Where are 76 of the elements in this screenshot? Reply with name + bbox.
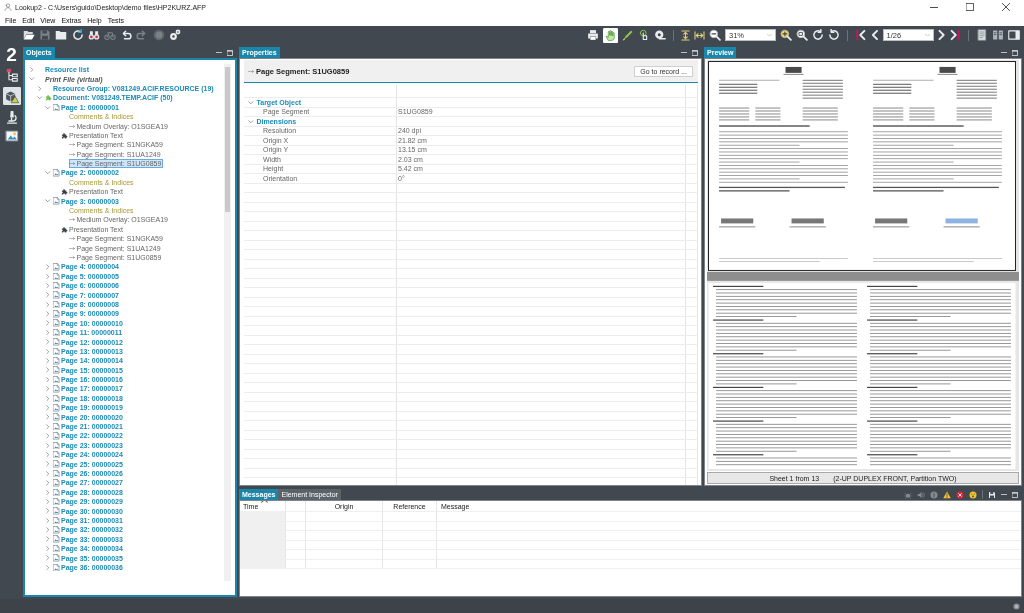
info-icon[interactable]: [930, 490, 938, 499]
minimize-icon: [930, 6, 938, 8]
last-page-icon[interactable]: [949, 29, 961, 41]
puzzle-piece-icon: [61, 131, 68, 139]
fit-height-icon[interactable]: [681, 29, 690, 41]
rotate-left-icon[interactable]: [828, 29, 840, 41]
zoom-in-icon[interactable]: [780, 29, 792, 41]
error-icon[interactable]: [956, 490, 964, 499]
puzzle-piece-icon: [61, 188, 68, 196]
arrow-icon: [69, 256, 75, 259]
hand-icon[interactable]: [603, 27, 618, 43]
side-panel-icon[interactable]: [1008, 29, 1020, 41]
arrow-icon: [69, 237, 75, 241]
puzzle-piece-icon: [61, 225, 68, 233]
chevron-down-icon[interactable]: [45, 199, 51, 203]
maximize-icon[interactable]: [1012, 491, 1018, 498]
printer-icon[interactable]: [587, 29, 599, 41]
speaker-icon[interactable]: [917, 490, 925, 499]
cubes-icon[interactable]: [2, 87, 21, 105]
maximize-icon[interactable]: [692, 49, 698, 56]
folder-icon[interactable]: [55, 29, 68, 41]
rotate-right-icon[interactable]: [812, 29, 824, 41]
minimize-icon[interactable]: [1001, 493, 1007, 496]
first-page-icon[interactable]: [855, 29, 867, 41]
chevron-down-icon[interactable]: [37, 96, 43, 100]
refresh-icon[interactable]: [71, 29, 84, 41]
minimize-icon[interactable]: [1001, 51, 1007, 54]
page-icon: [53, 103, 60, 111]
caret-icon: [767, 33, 772, 37]
minimize-icon[interactable]: [216, 51, 222, 54]
gears-icon[interactable]: [168, 29, 181, 41]
page-icon: [53, 197, 60, 205]
arrow-icon: [69, 143, 75, 147]
zoom-fit-icon[interactable]: [796, 29, 808, 41]
app-logo: 2: [6, 47, 17, 63]
arrow-icon: [69, 124, 75, 128]
user-icon: [4, 3, 12, 11]
chevron-down-icon[interactable]: [248, 100, 254, 104]
tape-measure-icon[interactable]: [654, 29, 666, 41]
chevron-down-icon[interactable]: [29, 77, 35, 81]
puzzle-piece-icon: [45, 94, 52, 102]
undo-icon[interactable]: [120, 29, 133, 41]
single-page-icon[interactable]: [976, 29, 988, 41]
two-page-icon[interactable]: [992, 29, 1004, 41]
maximize-icon: [966, 3, 974, 11]
pen-icon[interactable]: [622, 29, 634, 41]
surprised-face-icon[interactable]: [969, 490, 977, 499]
scrollbar[interactable]: [224, 64, 231, 581]
chevron-down-icon[interactable]: [45, 105, 51, 109]
folder-open-icon[interactable]: [23, 29, 35, 41]
floppy-disk-icon[interactable]: [988, 490, 996, 499]
arrow-icon: [248, 69, 254, 73]
binoculars-icon[interactable]: [87, 29, 100, 41]
picture-icon[interactable]: [4, 129, 19, 143]
arrow-icon: [69, 152, 75, 156]
close-icon: [1002, 3, 1010, 11]
chevron-down-icon[interactable]: [248, 119, 254, 123]
status-circle-icon: [1013, 602, 1020, 610]
bug-icon[interactable]: [904, 490, 912, 499]
tree-structure-icon[interactable]: [4, 68, 19, 82]
caret-icon: [924, 33, 930, 37]
page-icon: [53, 169, 60, 177]
arrow-icon: [69, 246, 75, 250]
chevron-down-icon[interactable]: [45, 171, 51, 175]
zoom-out-icon[interactable]: [709, 29, 721, 41]
scrollbar-thumb[interactable]: [225, 67, 230, 212]
chevron-left-icon[interactable]: [871, 29, 879, 41]
arrow-icon: [69, 218, 75, 222]
fit-width-icon[interactable]: [694, 30, 705, 40]
maximize-icon[interactable]: [1012, 49, 1018, 56]
arrow-icon: [69, 162, 75, 166]
microscope-icon[interactable]: [4, 110, 19, 124]
minimize-icon[interactable]: [681, 51, 687, 54]
touch-icon[interactable]: [638, 29, 650, 41]
warning-icon[interactable]: [943, 490, 951, 499]
maximize-icon[interactable]: [227, 49, 233, 56]
